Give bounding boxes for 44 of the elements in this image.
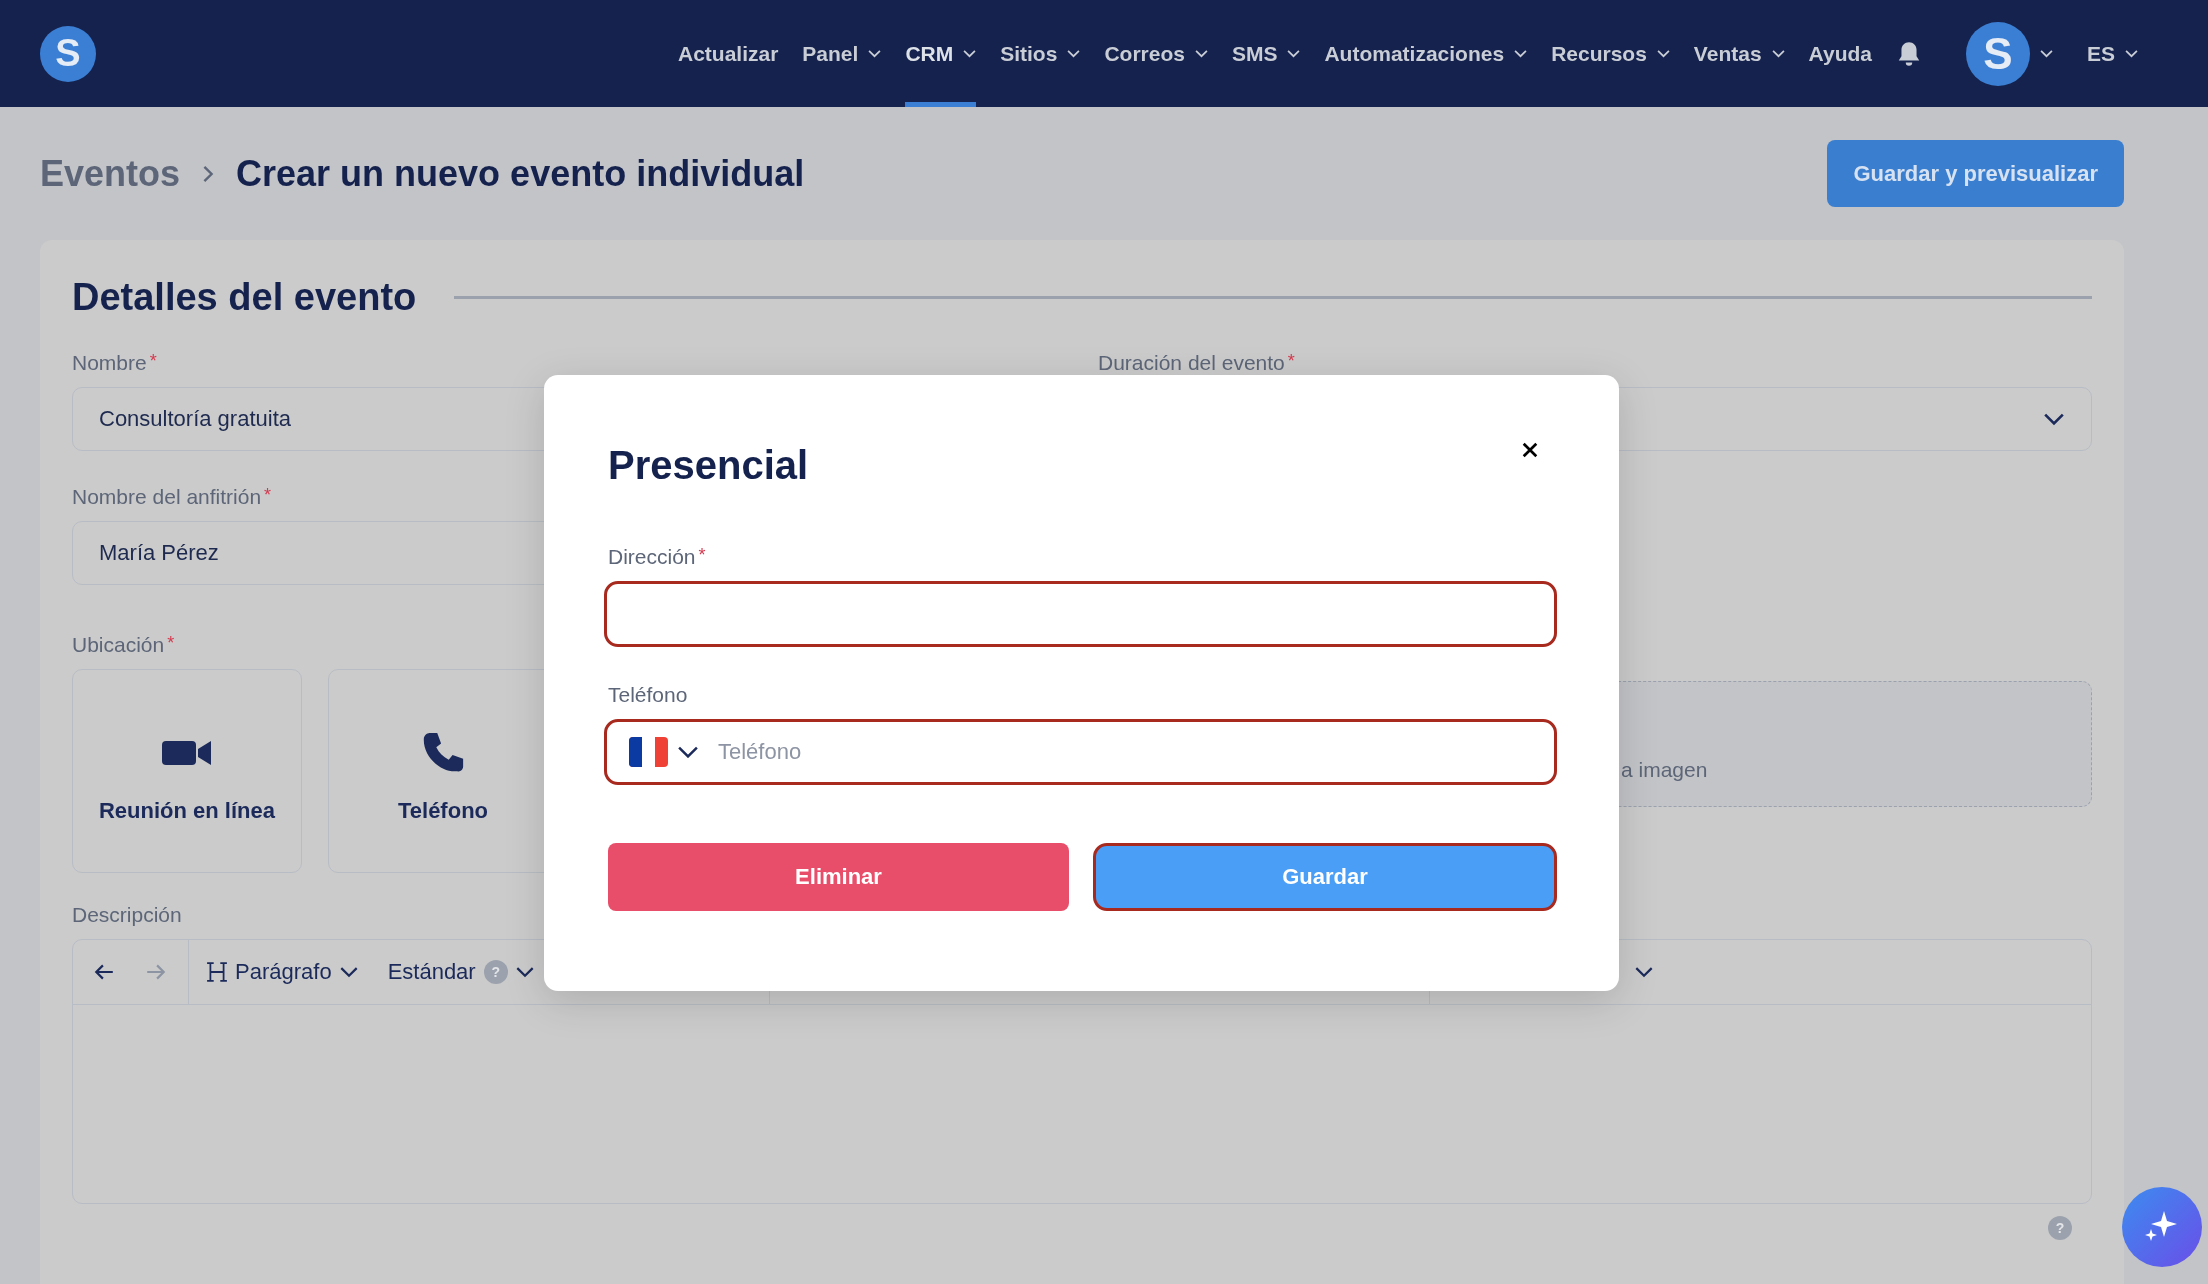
field-label: Duración del evento: [1098, 351, 1285, 376]
nav-item[interactable]: Actualizar: [677, 0, 779, 107]
chevron-down-icon[interactable]: [678, 746, 698, 758]
required-mark: *: [1287, 351, 1295, 373]
nav-item[interactable]: Correos: [1104, 0, 1208, 107]
bell-icon[interactable]: [1896, 39, 1922, 68]
help-icon: ?: [483, 960, 508, 984]
required-mark: *: [264, 485, 272, 507]
chevron-down-icon: [2125, 49, 2138, 58]
nav-item[interactable]: Ventas: [1693, 0, 1785, 107]
required-mark: *: [167, 633, 175, 655]
field-label: Teléfono: [608, 683, 688, 708]
location-option[interactable]: Reunión en línea: [72, 669, 302, 873]
page-title: Crear un nuevo evento individual: [236, 152, 805, 195]
delete-button[interactable]: Eliminar: [608, 843, 1069, 911]
nav-item[interactable]: Panel: [802, 0, 882, 107]
nav-item[interactable]: SMS: [1231, 0, 1301, 107]
required-mark: *: [698, 545, 706, 567]
nav-item[interactable]: Ayuda: [1808, 0, 1872, 107]
field-label: Dirección: [608, 545, 696, 570]
block-style-dropdown[interactable]: Parágrafo: [207, 959, 358, 985]
nav-item[interactable]: Sitios: [1000, 0, 1081, 107]
flag-icon[interactable]: [629, 737, 668, 767]
chevron-down-icon: [515, 966, 534, 978]
dialog-title: Presencial: [608, 443, 809, 488]
required-mark: *: [149, 351, 157, 373]
close-icon[interactable]: [1521, 441, 1539, 459]
language-selector[interactable]: ES: [2087, 0, 2138, 107]
heading-icon: [207, 961, 227, 983]
nav-item[interactable]: Recursos: [1551, 0, 1670, 107]
field-label: Ubicación: [72, 633, 165, 658]
chevron-down-icon: [2043, 412, 2065, 426]
nav-item[interactable]: Automatizaciones: [1324, 0, 1528, 107]
undo-arrow-icon[interactable]: [93, 963, 115, 981]
field-label: Descripción: [72, 903, 182, 928]
address-field[interactable]: [604, 581, 1557, 647]
field-label: Nombre: [72, 351, 147, 376]
chevron-down-icon: [339, 966, 358, 978]
section-title: Detalles del evento: [72, 275, 417, 319]
chevron-down-icon[interactable]: [1635, 966, 1653, 978]
font-dropdown[interactable]: Estándar ?: [387, 959, 534, 985]
nav-item[interactable]: CRM: [905, 0, 977, 107]
field-label: Nombre del anfitrión: [72, 485, 262, 510]
chevron-right-icon: [202, 163, 215, 184]
